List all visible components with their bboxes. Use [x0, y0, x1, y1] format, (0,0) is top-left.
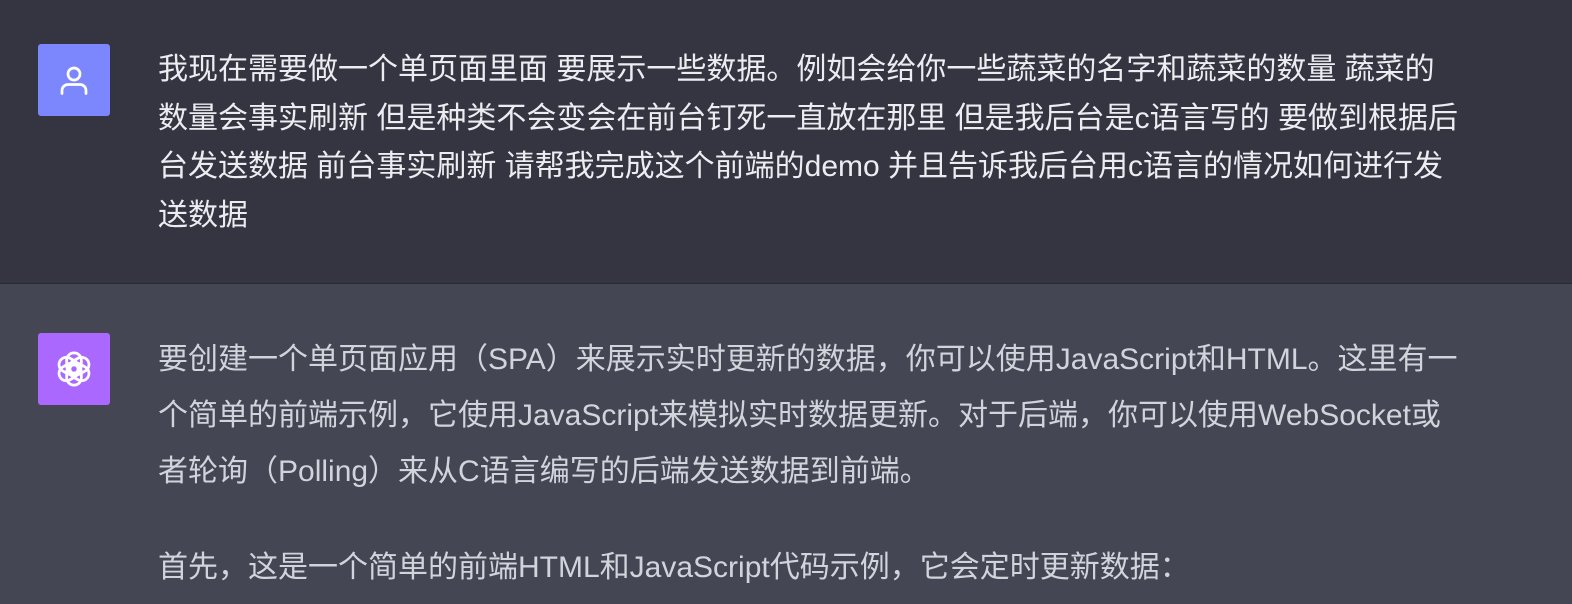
assistant-paragraph: 首先，这是一个简单的前端HTML和JavaScript代码示例，它会定时更新数据… — [158, 551, 1190, 584]
conversation-thread: 我现在需要做一个单页面里面 要展示一些数据。例如会给你一些蔬菜的名字和蔬菜的数量… — [0, 0, 1572, 604]
user-message-text: 我现在需要做一个单页面里面 要展示一些数据。例如会给你一些蔬菜的名字和蔬菜的数量… — [158, 53, 1459, 232]
assistant-avatar — [38, 333, 110, 405]
assistant-message: 要创建一个单页面应用（SPA）来展示实时更新的数据，你可以使用JavaScrip… — [0, 284, 1572, 604]
assistant-paragraph: 要创建一个单页面应用（SPA）来展示实时更新的数据，你可以使用JavaScrip… — [158, 343, 1458, 488]
assistant-message-text: 要创建一个单页面应用（SPA）来展示实时更新的数据，你可以使用JavaScrip… — [158, 332, 1458, 596]
user-avatar — [38, 44, 110, 116]
user-message: 我现在需要做一个单页面里面 要展示一些数据。例如会给你一些蔬菜的名字和蔬菜的数量… — [0, 0, 1572, 284]
user-icon — [60, 66, 88, 95]
openai-logo-icon — [57, 351, 91, 387]
